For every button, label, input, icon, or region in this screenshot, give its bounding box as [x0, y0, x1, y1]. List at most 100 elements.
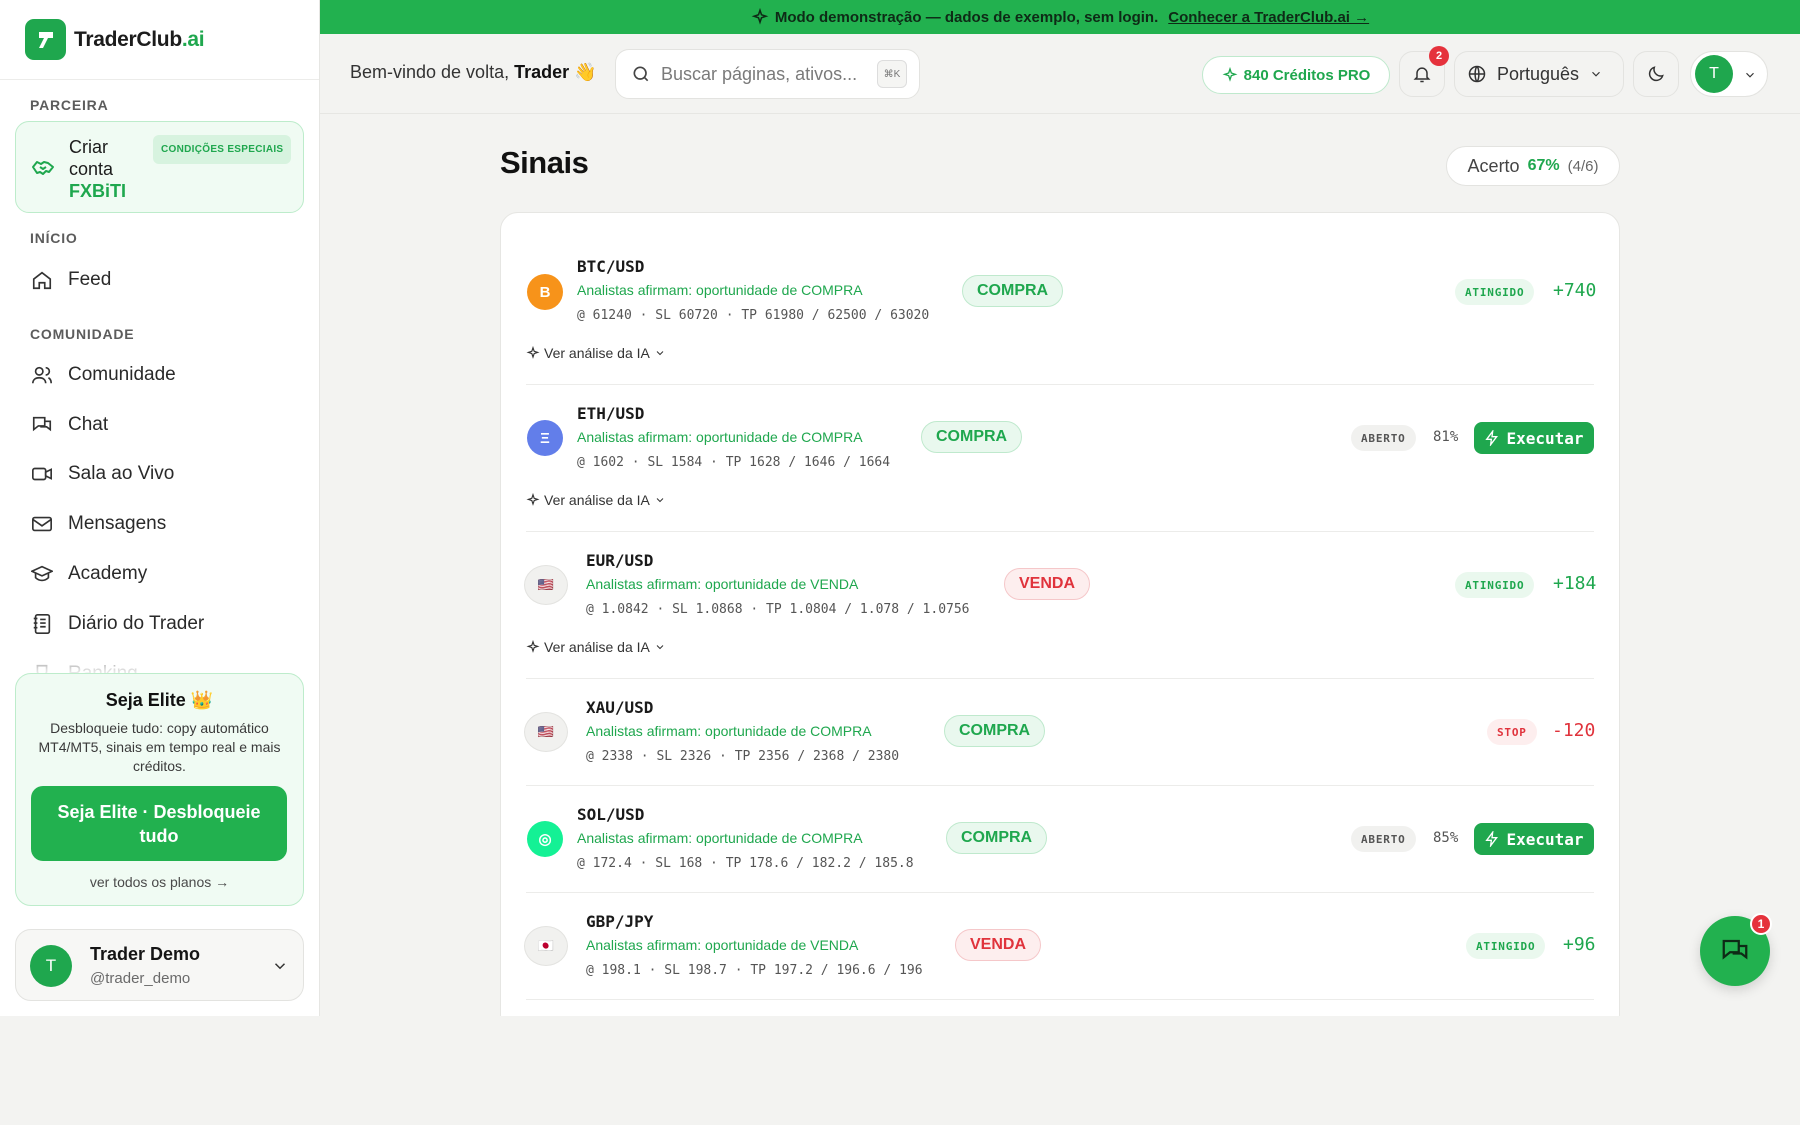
elite-desc: Desbloqueie tudo: copy automático MT4/MT…	[38, 720, 281, 774]
nav-item-label: Comunidade	[68, 364, 176, 385]
top-header: Bem-vindo de volta, Trader 👋 Buscar pági…	[320, 34, 1800, 114]
users-icon	[30, 363, 54, 387]
us-flag-icon: 🇺🇸	[524, 565, 568, 605]
ai-analysis-toggle[interactable]: Ver análise da IA	[526, 639, 670, 655]
language-select[interactable]: Português	[1454, 51, 1624, 97]
signal-desc: Analistas afirmam: oportunidade de VENDA	[586, 937, 859, 953]
partner-text: Criar conta FXBiTI	[69, 137, 126, 201]
signal-desc: Analistas afirmam: oportunidade de COMPR…	[577, 282, 863, 298]
nav-item-diario-do-trader[interactable]: Diário do Trader	[0, 602, 319, 646]
bitcoin-icon: B	[527, 274, 563, 310]
status-badge: ABERTO	[1351, 826, 1416, 852]
theme-toggle[interactable]	[1633, 51, 1679, 97]
sparkle-icon	[526, 346, 540, 359]
nav-item-comunidade[interactable]: Comunidade	[0, 353, 319, 397]
notifications-button[interactable]: 2	[1399, 46, 1449, 97]
signal-result: -120	[1552, 720, 1596, 741]
execute-button[interactable]: Executar	[1474, 823, 1594, 855]
chat-badge: 1	[1750, 913, 1772, 935]
elite-cta-button[interactable]: Seja Elite · Desbloqueie tudo	[31, 786, 287, 861]
signal-levels: @ 61240 · SL 60720 · TP 61980 / 62500 / …	[577, 308, 930, 323]
chevron-down-icon	[1592, 71, 1600, 77]
banner-text: Modo demonstração — dados de exemplo, se…	[774, 8, 1159, 26]
sparkle-icon	[526, 640, 540, 653]
chevron-down-icon	[656, 645, 664, 650]
ai-analysis-toggle[interactable]: Ver análise da IA	[526, 492, 670, 508]
side-badge: COMPRA	[921, 421, 1023, 453]
sparkle-icon	[526, 493, 540, 506]
page-title: Sinais	[500, 145, 589, 180]
signals-card: B BTC/USD Analistas afirmam: oportunidad…	[500, 212, 1620, 1032]
nav-item-sala-ao-vivo[interactable]: Sala ao Vivo	[0, 452, 319, 496]
signal-levels: @ 1.0842 · SL 1.0868 · TP 1.0804 / 1.078…	[586, 602, 970, 617]
signal-row[interactable]: 🇯🇵 GBP/JPY Analistas afirmam: oportunida…	[524, 893, 1596, 1000]
section-label-inicio: INÍCIO	[30, 230, 78, 246]
lightning-icon	[1485, 831, 1499, 847]
chevron-down-icon	[656, 498, 664, 503]
brand-name: TraderClub.ai	[74, 27, 205, 51]
elite-title: Seja Elite 👑	[105, 690, 214, 710]
partner-tag: CONDIÇÕES ESPECIAIS	[153, 135, 292, 164]
signal-result: +740	[1553, 280, 1597, 301]
status-badge: ATINGIDO	[1466, 933, 1546, 959]
elite-card: Seja Elite 👑 Desbloqueie tudo: copy auto…	[15, 673, 304, 906]
globe-icon	[1468, 65, 1486, 83]
nav-item-label: Sala ao Vivo	[68, 463, 175, 484]
chat-icon	[1722, 939, 1748, 960]
us-flag-icon: 🇺🇸	[524, 712, 568, 752]
signal-row[interactable]: Ξ ETH/USD Analistas afirmam: oportunidad…	[526, 385, 1594, 532]
signal-levels: @ 2338 · SL 2326 · TP 2356 / 2368 / 2380	[586, 749, 900, 764]
nav-item-label: Academy	[68, 563, 148, 584]
signal-row[interactable]: B BTC/USD Analistas afirmam: oportunidad…	[526, 213, 1597, 385]
notebook-icon	[30, 612, 54, 636]
signal-row[interactable]: ◎ SOL/USD Analistas afirmam: oportunidad…	[526, 786, 1594, 893]
execute-button[interactable]: Executar	[1474, 422, 1594, 454]
side-badge: VENDA	[955, 929, 1042, 961]
nav-item-feed[interactable]: Feed	[0, 258, 319, 302]
side-badge: COMPRA	[944, 715, 1046, 747]
search-input[interactable]: Buscar páginas, ativos... ⌘K	[615, 49, 920, 99]
brand[interactable]: TraderClub.ai	[0, 0, 319, 80]
signal-desc: Analistas afirmam: oportunidade de COMPR…	[586, 723, 872, 739]
signal-pair: ETH/USD	[577, 404, 645, 423]
nav-item-label: Mensagens	[68, 513, 167, 534]
signal-levels: @ 198.1 · SL 198.7 · TP 197.2 / 196.6 / …	[586, 963, 923, 978]
signal-desc: Analistas afirmam: oportunidade de VENDA	[586, 576, 859, 592]
signal-result: +184	[1553, 573, 1597, 594]
section-label-parceria: PARCEIRA	[30, 97, 109, 113]
nav-item-academy[interactable]: Academy	[0, 552, 319, 596]
partner-card[interactable]: Criar conta FXBiTI CONDIÇÕES ESPECIAIS	[15, 121, 304, 213]
banner-link[interactable]: Conhecer a TraderClub.ai →	[1168, 9, 1369, 26]
signal-pair: GBP/JPY	[586, 912, 654, 931]
signal-desc: Analistas afirmam: oportunidade de COMPR…	[577, 830, 863, 846]
chat-icon	[30, 413, 54, 437]
notification-badge: 2	[1429, 46, 1449, 66]
search-shortcut: ⌘K	[877, 60, 907, 88]
sidebar: TraderClub.ai PARCEIRA Criar conta FXBiT…	[0, 0, 320, 1016]
chevron-down-icon	[1746, 72, 1754, 78]
credits-button[interactable]: 840 Créditos PRO	[1202, 56, 1390, 94]
nav-item-label: Chat	[68, 414, 109, 435]
chat-fab-button[interactable]: 1	[1700, 913, 1772, 986]
user-name: Trader Demo	[90, 944, 201, 964]
sparkle-icon	[751, 8, 769, 25]
view-plans-link[interactable]: ver todos os planos →	[16, 874, 303, 890]
signal-row[interactable]: 🇺🇸 EUR/USD Analistas afirmam: oportunida…	[524, 532, 1597, 679]
signal-pair: BTC/USD	[577, 257, 645, 276]
handshake-icon	[32, 161, 54, 175]
logo-icon	[25, 19, 66, 60]
japan-flag-icon: 🇯🇵	[524, 926, 568, 966]
user-card[interactable]: T Trader Demo @trader_demo	[15, 929, 304, 1001]
user-menu-button[interactable]: T	[1690, 51, 1768, 97]
bell-icon	[1413, 67, 1431, 83]
welcome-text: Bem-vindo de volta, Trader 👋	[350, 62, 597, 82]
avatar: T	[30, 945, 72, 987]
signal-row[interactable]: 🇺🇸 XAU/USD Analistas afirmam: oportunida…	[524, 679, 1596, 786]
ai-analysis-toggle[interactable]: Ver análise da IA	[526, 345, 670, 361]
signal-result: +96	[1563, 934, 1596, 955]
graduation-cap-icon	[30, 562, 54, 586]
nav-item-mensagens[interactable]: Mensagens	[0, 502, 319, 546]
nav-item-chat[interactable]: Chat	[0, 403, 319, 447]
mail-icon	[30, 512, 54, 536]
video-icon	[30, 462, 54, 486]
